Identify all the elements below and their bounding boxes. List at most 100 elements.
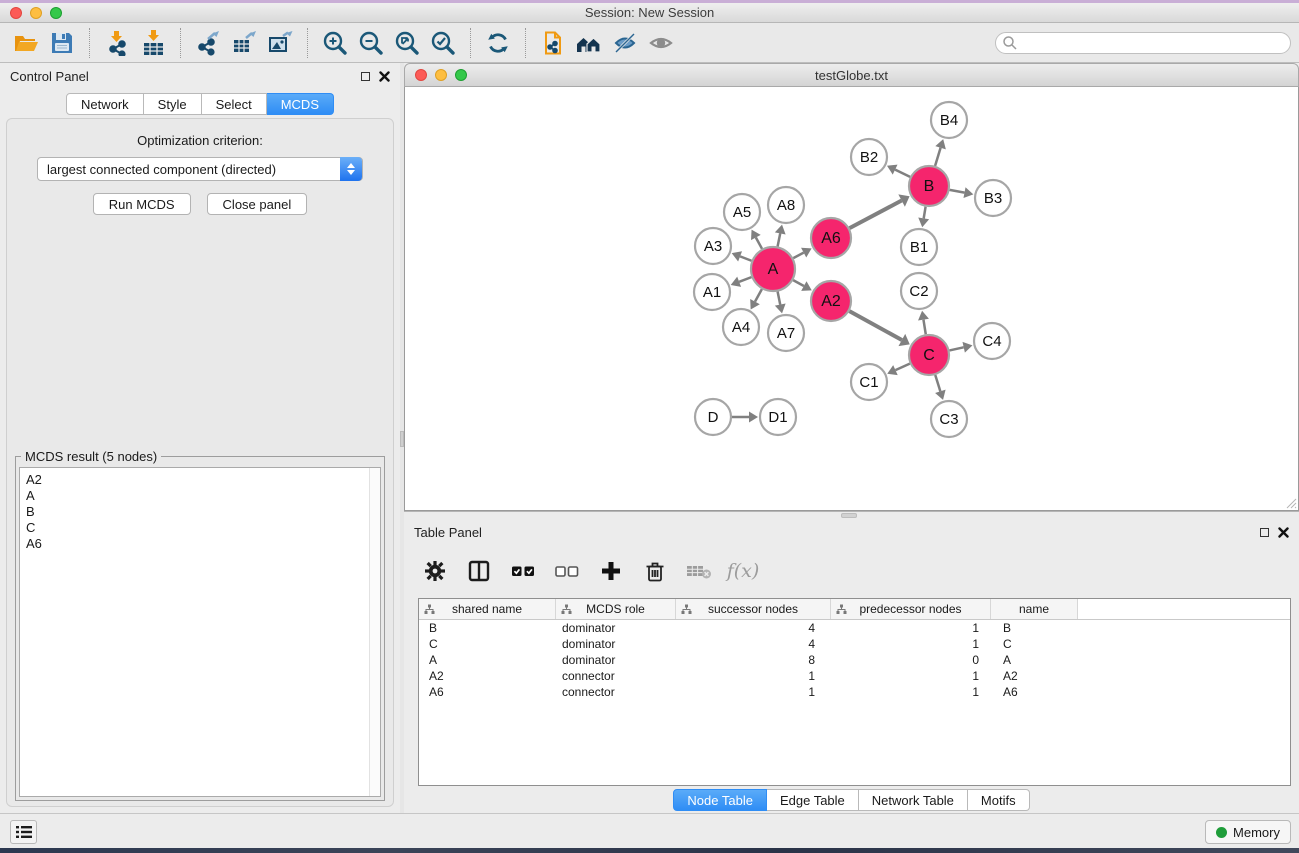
vizmapper-button[interactable] (607, 25, 643, 61)
table-row[interactable]: A2connector11A2 (419, 668, 1290, 684)
export-image-button[interactable] (262, 25, 298, 61)
memory-button[interactable]: Memory (1205, 820, 1291, 844)
graph-edge-C-C4[interactable] (949, 347, 963, 350)
graph-edge-B-B3[interactable] (950, 190, 965, 193)
delete-table-button[interactable] (684, 556, 714, 586)
tab-mcds[interactable]: MCDS (267, 93, 334, 115)
graph-edge-A-A3[interactable] (740, 256, 751, 260)
search-input[interactable] (995, 32, 1291, 54)
tab-select[interactable]: Select (202, 93, 267, 115)
close-panel-icon[interactable] (379, 71, 390, 82)
zoom-in-button[interactable] (317, 25, 353, 61)
graph-edge-C-C3[interactable] (935, 375, 940, 391)
export-table-button[interactable] (226, 25, 262, 61)
result-item[interactable]: A2 (26, 472, 380, 488)
graph-edge-A-A5[interactable] (756, 237, 762, 248)
table-cell[interactable]: dominator (556, 621, 676, 635)
table-cell[interactable]: 4 (676, 637, 831, 651)
table-cell[interactable]: 4 (676, 621, 831, 635)
select-all-button[interactable] (508, 556, 538, 586)
delete-column-button[interactable] (640, 556, 670, 586)
export-network-button[interactable] (190, 25, 226, 61)
table-settings-button[interactable] (420, 556, 450, 586)
table-cell[interactable]: dominator (556, 653, 676, 667)
add-column-button[interactable] (596, 556, 626, 586)
save-session-button[interactable] (44, 25, 80, 61)
function-builder-button[interactable]: f(x) (728, 556, 758, 586)
result-item[interactable]: C (26, 520, 380, 536)
graph-edge-B-B4[interactable] (935, 148, 940, 166)
horizontal-splitter[interactable] (404, 511, 1299, 519)
graph-edge-A-A7[interactable] (778, 292, 781, 305)
graph-edge-A-A8[interactable] (778, 233, 781, 246)
graph-edge-A-A1[interactable] (739, 277, 751, 282)
table-row[interactable]: Cdominator41C (419, 636, 1290, 652)
result-item[interactable]: B (26, 504, 380, 520)
column-header-predecessor-nodes[interactable]: predecessor nodes (831, 599, 991, 619)
float-panel-icon[interactable] (361, 72, 370, 81)
mcds-result-list[interactable]: A2ABCA6 (19, 467, 381, 797)
network-canvas[interactable]: B4B2BB3A5A8A6A3B1AA1C2A2A4A7CC4C1C3DD1 (404, 87, 1299, 511)
deselect-all-button[interactable] (552, 556, 582, 586)
table-cell[interactable]: C (991, 637, 1078, 651)
home-button[interactable] (571, 25, 607, 61)
tab-edge-table[interactable]: Edge Table (767, 789, 859, 811)
show-hide-button[interactable] (643, 25, 679, 61)
table-cell[interactable]: A (991, 653, 1078, 667)
graph-edge-A6-B[interactable] (850, 201, 902, 229)
close-table-panel-icon[interactable] (1278, 527, 1289, 538)
clone-network-button[interactable] (535, 25, 571, 61)
table-cell[interactable]: A6 (419, 685, 556, 699)
graph-edge-C-C1[interactable] (895, 364, 909, 370)
table-cell[interactable]: 1 (831, 685, 991, 699)
table-cell[interactable]: 1 (831, 637, 991, 651)
import-table-button[interactable] (135, 25, 171, 61)
table-cell[interactable]: connector (556, 669, 676, 683)
table-cell[interactable]: A6 (991, 685, 1078, 699)
tab-node-table[interactable]: Node Table (673, 789, 767, 811)
tab-network-table[interactable]: Network Table (859, 789, 968, 811)
column-header-name[interactable]: name (991, 599, 1078, 619)
open-session-button[interactable] (8, 25, 44, 61)
table-row[interactable]: A6connector11A6 (419, 684, 1290, 700)
result-item[interactable]: A6 (26, 536, 380, 552)
import-network-button[interactable] (99, 25, 135, 61)
run-mcds-button[interactable]: Run MCDS (93, 193, 191, 215)
table-cell[interactable]: 1 (831, 669, 991, 683)
graph-edge-A-A2[interactable] (793, 280, 804, 286)
table-row[interactable]: Adominator80A (419, 652, 1290, 668)
table-cell[interactable]: 1 (831, 621, 991, 635)
tab-style[interactable]: Style (144, 93, 202, 115)
task-history-button[interactable] (10, 820, 37, 844)
table-cell[interactable]: A2 (419, 669, 556, 683)
zoom-selected-button[interactable] (425, 25, 461, 61)
column-selector-button[interactable] (464, 556, 494, 586)
table-cell[interactable]: connector (556, 685, 676, 699)
resize-grip-icon[interactable] (1285, 497, 1297, 509)
table-cell[interactable]: C (419, 637, 556, 651)
graph-edge-A-A4[interactable] (755, 289, 762, 301)
result-item[interactable]: A (26, 488, 380, 504)
graph-edge-C-C2[interactable] (923, 320, 925, 335)
zoom-fit-button[interactable] (389, 25, 425, 61)
column-header-shared-name[interactable]: shared name (419, 599, 556, 619)
table-row[interactable]: Bdominator41B (419, 620, 1290, 636)
table-cell[interactable]: 1 (676, 669, 831, 683)
optimization-criterion-dropdown[interactable]: largest connected component (directed) (37, 157, 363, 181)
table-cell[interactable]: A (419, 653, 556, 667)
refresh-button[interactable] (480, 25, 516, 61)
graph-edge-B-B1[interactable] (924, 207, 926, 219)
graph-edge-B-B2[interactable] (895, 170, 910, 177)
float-table-panel-icon[interactable] (1260, 528, 1269, 537)
table-cell[interactable]: B (991, 621, 1078, 635)
column-header-mcds-role[interactable]: MCDS role (556, 599, 676, 619)
zoom-out-button[interactable] (353, 25, 389, 61)
network-graph[interactable]: B4B2BB3A5A8A6A3B1AA1C2A2A4A7CC4C1C3DD1 (405, 87, 1298, 510)
node-table[interactable]: shared name MCDS role (418, 598, 1291, 786)
table-cell[interactable]: 8 (676, 653, 831, 667)
graph-edge-A2-C[interactable] (849, 311, 901, 340)
network-window-titlebar[interactable]: testGlobe.txt (404, 63, 1299, 87)
table-cell[interactable]: dominator (556, 637, 676, 651)
column-header-successor-nodes[interactable]: successor nodes (676, 599, 831, 619)
tab-motifs[interactable]: Motifs (968, 789, 1030, 811)
